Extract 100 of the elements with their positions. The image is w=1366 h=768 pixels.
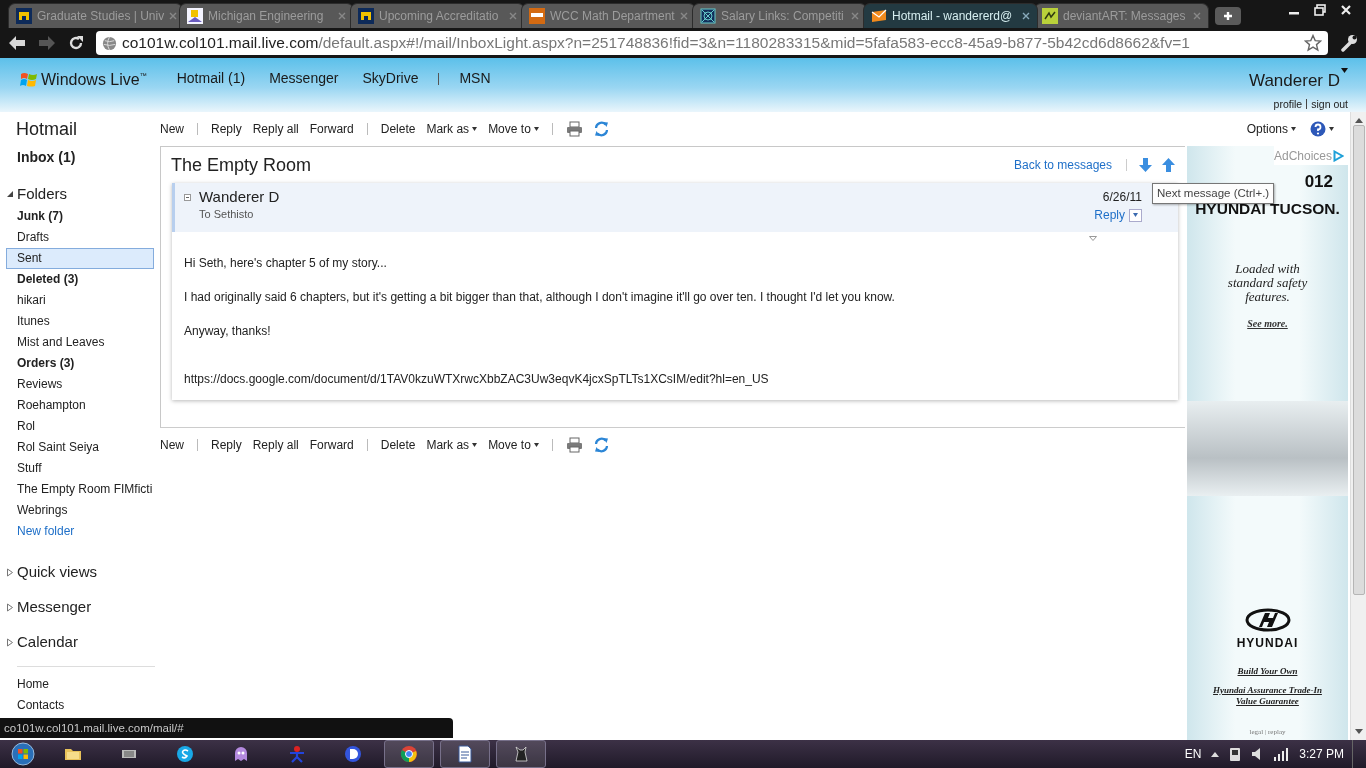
browser-tab[interactable]: Hotmail - wandererd@ <box>863 3 1038 28</box>
sender-name: Wanderer D <box>199 188 280 206</box>
play-triangle-icon <box>1333 150 1344 162</box>
tooltip: Next message (Ctrl+.) <box>1152 183 1275 205</box>
star-icon[interactable] <box>1304 34 1322 52</box>
taskbar-button[interactable] <box>384 740 434 768</box>
folder-item[interactable]: Rol <box>6 416 154 437</box>
folder-item[interactable]: Drafts <box>6 227 154 248</box>
logo-icon <box>1042 8 1058 24</box>
back-link[interactable]: Back to messages <box>1013 156 1112 174</box>
oval-logo-icon <box>1244 608 1291 633</box>
toolbar-button[interactable]: Forward <box>309 436 354 454</box>
folder-item[interactable]: Reviews <box>6 374 154 395</box>
new-folder-link[interactable]: New folder <box>6 521 160 543</box>
folder-item[interactable]: Orders (3) <box>6 353 154 374</box>
toolbar-button[interactable]: Reply all <box>252 120 299 138</box>
sidebar-title: Hotmail <box>15 118 78 141</box>
status-url-text: co101w.col101.mail.live.com/mail/# <box>0 718 453 738</box>
message-paragraph: Anyway, thanks! <box>184 323 272 340</box>
toolbar-menu-button[interactable]: Move to <box>488 436 539 454</box>
collapsed-triangle-icon[interactable] <box>6 638 14 647</box>
folder-item[interactable]: Sent <box>6 248 154 269</box>
reload-icon[interactable] <box>68 35 84 51</box>
nav-link[interactable]: SkyDrive <box>362 68 419 89</box>
folder-item[interactable]: Junk (7) <box>6 206 154 227</box>
toolbar-button[interactable]: Delete <box>380 120 416 138</box>
nav-link[interactable]: Hotmail (1) <box>176 68 246 89</box>
tray-expand-icon[interactable] <box>1211 751 1220 757</box>
help-menu-button[interactable] <box>1310 121 1334 137</box>
folder-item[interactable]: Itunes <box>6 311 154 332</box>
expanded-triangle-icon[interactable] <box>6 190 14 198</box>
account-link[interactable]: profile <box>1273 96 1303 113</box>
down-arrow-icon[interactable] <box>1139 158 1152 172</box>
account-menu[interactable]: Wanderer D <box>1249 68 1348 94</box>
folder-item[interactable]: Mist and Leaves <box>6 332 154 353</box>
document-link[interactable]: https://docs.google.com/document/d/1TAV0kzuWTXrwcXbbZAC3Uw3eqvK4jcxSpTLTs1XCsIM/edit?hl=en_US <box>184 372 769 386</box>
ad-link[interactable]: Build Your Own <box>1237 666 1298 678</box>
toolbar-menu-button[interactable]: Mark as <box>426 120 478 138</box>
folder-item[interactable]: Deleted (3) <box>6 269 154 290</box>
brand-link[interactable]: Windows Live$^{™}$ <box>20 68 147 92</box>
restore-icon[interactable] <box>1314 4 1326 16</box>
ad-link[interactable]: Hyundai Assurance Trade-In Value Guarantee <box>1212 685 1323 708</box>
toolbar-menu-button[interactable]: Move to <box>488 120 539 138</box>
globe-icon <box>102 35 117 51</box>
wrench-icon[interactable] <box>1340 34 1358 52</box>
nav-link[interactable]: Messenger <box>269 68 339 89</box>
collapse-icon[interactable] <box>184 193 191 201</box>
toolbar-button[interactable]: Forward <box>309 120 354 138</box>
forward-arrow-icon[interactable] <box>38 35 56 51</box>
refresh-icon[interactable] <box>593 121 609 137</box>
toolbar-button[interactable]: Reply <box>211 436 242 454</box>
scroll-up-icon[interactable] <box>1354 118 1363 123</box>
section-header[interactable]: Quick views <box>6 555 160 590</box>
toolbar-button[interactable]: New <box>160 120 184 138</box>
vertical-scrollbar[interactable] <box>1350 112 1366 740</box>
logo-icon <box>16 8 32 24</box>
folder-item[interactable]: Webrings <box>6 500 154 521</box>
back-arrow-icon[interactable] <box>8 35 26 51</box>
reply-dropdown-button[interactable] <box>1129 208 1142 222</box>
collapsed-triangle-icon[interactable] <box>6 568 14 577</box>
see-more-link[interactable]: See more. <box>1247 316 1288 332</box>
document-icon <box>455 744 475 764</box>
caret-icon <box>1133 213 1138 217</box>
signal-bars-icon[interactable] <box>1273 747 1290 761</box>
expand-caret-icon[interactable] <box>1089 236 1097 241</box>
refresh-icon[interactable] <box>593 437 609 453</box>
skype-icon <box>175 744 195 764</box>
up-arrow-icon[interactable] <box>1162 158 1175 172</box>
folder-item[interactable]: Roehampton <box>6 395 154 416</box>
folders-header[interactable]: Folders <box>6 182 160 206</box>
options-menu-button[interactable]: Options <box>1246 120 1296 138</box>
language-indicator[interactable]: EN <box>1184 745 1202 763</box>
toolbar-menu-button[interactable]: Mark as <box>426 436 478 454</box>
device-icon[interactable] <box>1229 746 1242 762</box>
folder-item[interactable]: Rol Saint Seiya <box>6 437 154 458</box>
account-link[interactable]: sign out <box>1311 96 1348 113</box>
sidebar-link[interactable]: Contacts <box>6 696 160 717</box>
section-header[interactable]: Messenger <box>6 590 160 625</box>
toolbar-button[interactable]: New <box>160 436 184 454</box>
address-field[interactable]: co101w.col101.mail.live.com/default.aspx#!/mail/InboxLight.aspx?n=251748836!fid=3&n=1180283315&mid=5fafa583-ecc8-45a9-b877-5b42cd6d8662&fv=1 <box>96 31 1328 55</box>
print-icon[interactable] <box>565 437 583 453</box>
reply-link[interactable]: Reply <box>1094 206 1125 224</box>
folder-item[interactable]: Stuff <box>6 458 154 479</box>
toolbar-button[interactable]: Reply <box>211 120 242 138</box>
print-icon[interactable] <box>565 121 583 137</box>
collapsed-triangle-icon[interactable] <box>6 603 14 612</box>
scroll-down-icon[interactable] <box>1354 729 1363 734</box>
taskbar-button[interactable] <box>440 740 490 768</box>
toolbar-button[interactable]: Delete <box>380 436 416 454</box>
sidebar-link[interactable]: Home <box>6 675 160 696</box>
message-paragraph: I had originally said 6 chapters, but it's getting a bit bigger than that, although I don't imagine it'll go over ten. I thought I'd let you know. <box>184 289 896 306</box>
clock-text[interactable]: 3:27 PM <box>1299 745 1344 763</box>
folder-item[interactable]: The Empty Room FIMficti <box>6 479 154 500</box>
nav-link[interactable]: MSN <box>459 68 491 89</box>
section-header[interactable]: Calendar <box>6 625 160 660</box>
caret-icon <box>533 443 539 447</box>
inbox-link[interactable]: Inbox (1) <box>6 146 160 182</box>
folder-item[interactable]: hikari <box>6 290 154 311</box>
toolbar-button[interactable]: Reply all <box>252 436 299 454</box>
new-tab-button[interactable] <box>1215 7 1241 25</box>
